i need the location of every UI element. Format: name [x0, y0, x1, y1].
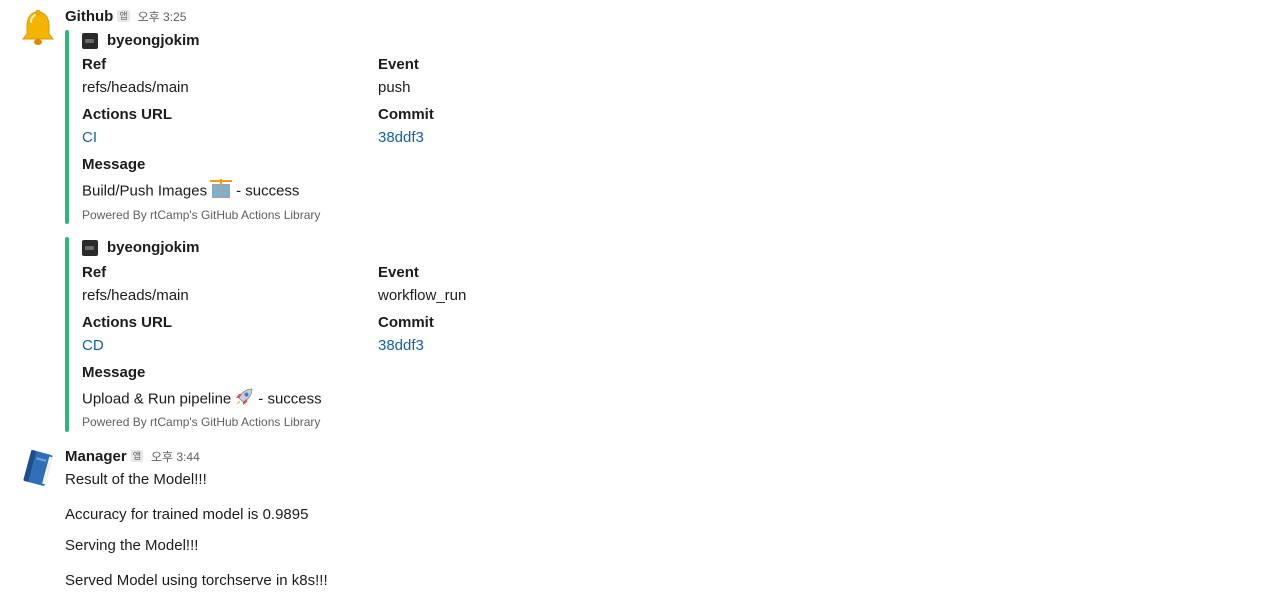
message-status: - success	[258, 390, 322, 408]
message-header: Manager 앱 오후 3:44	[65, 448, 200, 465]
field-event: Event push	[378, 56, 419, 97]
field-value: refs/heads/main	[82, 79, 189, 96]
field-title: Message	[82, 364, 146, 381]
message-line: Accuracy for trained model is 0.9895	[65, 506, 309, 523]
building-construction-icon	[210, 179, 233, 204]
author-avatar-icon	[82, 32, 98, 49]
field-title: Actions URL	[82, 106, 172, 123]
message-line: Served Model using torchserve in k8s!!!	[65, 572, 328, 589]
field-commit: Commit 38ddf3	[378, 106, 434, 147]
field-title: Actions URL	[82, 314, 172, 331]
message-line: Serving the Model!!!	[65, 537, 199, 554]
field-title: Commit	[378, 314, 434, 331]
field-message: Message Upload & Run pipeline - success	[82, 364, 322, 412]
attachment-author: byeongjokim	[82, 32, 200, 49]
author-avatar-icon	[82, 239, 98, 256]
field-commit: Commit 38ddf3	[378, 314, 434, 355]
field-title: Ref	[82, 56, 107, 73]
field-value: workflow_run	[378, 287, 467, 304]
field-title: Message	[82, 156, 146, 173]
timestamp[interactable]: 오후 3:25	[138, 8, 187, 25]
message-status: - success	[236, 182, 300, 200]
commit-link[interactable]: 38ddf3	[378, 337, 434, 355]
field-message: Message Build/Push Images - success	[82, 156, 299, 204]
commit-link[interactable]: 38ddf3	[378, 129, 434, 147]
field-actions-url: Actions URL CI	[82, 106, 172, 147]
attachment-author: byeongjokim	[82, 239, 200, 256]
attachment-cd: byeongjokim Ref refs/heads/main Event wo…	[65, 237, 665, 432]
attachment-ci: byeongjokim Ref refs/heads/main Event pu…	[65, 30, 665, 224]
attachment-footer: Powered By rtCamp's GitHub Actions Libra…	[82, 208, 321, 222]
field-value: Build/Push Images - success	[82, 179, 299, 204]
message-header: Github 앱 오후 3:25	[65, 8, 186, 25]
field-value: Upload & Run pipeline - success	[82, 387, 322, 412]
message-text: Build/Push Images	[82, 182, 208, 200]
bell-icon[interactable]	[18, 8, 58, 48]
message-text: Upload & Run pipeline	[82, 390, 232, 408]
actions-url-link[interactable]: CI	[82, 129, 172, 147]
attachment-footer: Powered By rtCamp's GitHub Actions Libra…	[82, 415, 321, 429]
message-line: Result of the Model!!!	[65, 471, 207, 488]
sender-name[interactable]: Github	[65, 8, 113, 25]
field-title: Commit	[378, 106, 434, 123]
field-actions-url: Actions URL CD	[82, 314, 172, 355]
message-manager: Manager 앱 오후 3:44 Result of the Model!!!…	[0, 440, 1280, 599]
app-badge: 앱	[130, 450, 143, 462]
field-value: push	[378, 79, 411, 96]
author-name[interactable]: byeongjokim	[107, 239, 200, 256]
timestamp[interactable]: 오후 3:44	[151, 448, 200, 465]
field-title: Event	[378, 264, 419, 281]
field-ref: Ref refs/heads/main	[82, 56, 189, 97]
field-value: refs/heads/main	[82, 287, 189, 304]
blue-book-icon[interactable]	[18, 448, 58, 488]
attachment-color-bar	[65, 237, 69, 432]
app-badge: 앱	[117, 10, 130, 22]
field-title: Ref	[82, 264, 107, 281]
sender-name[interactable]: Manager	[65, 448, 127, 465]
field-title: Event	[378, 56, 419, 73]
actions-url-link[interactable]: CD	[82, 337, 172, 355]
rocket-icon	[234, 387, 254, 412]
attachment-color-bar	[65, 30, 69, 224]
author-name[interactable]: byeongjokim	[107, 32, 200, 49]
field-event: Event workflow_run	[378, 264, 466, 305]
field-ref: Ref refs/heads/main	[82, 264, 189, 305]
message-github: Github 앱 오후 3:25 byeongjokim Ref refs/he…	[0, 0, 1280, 440]
